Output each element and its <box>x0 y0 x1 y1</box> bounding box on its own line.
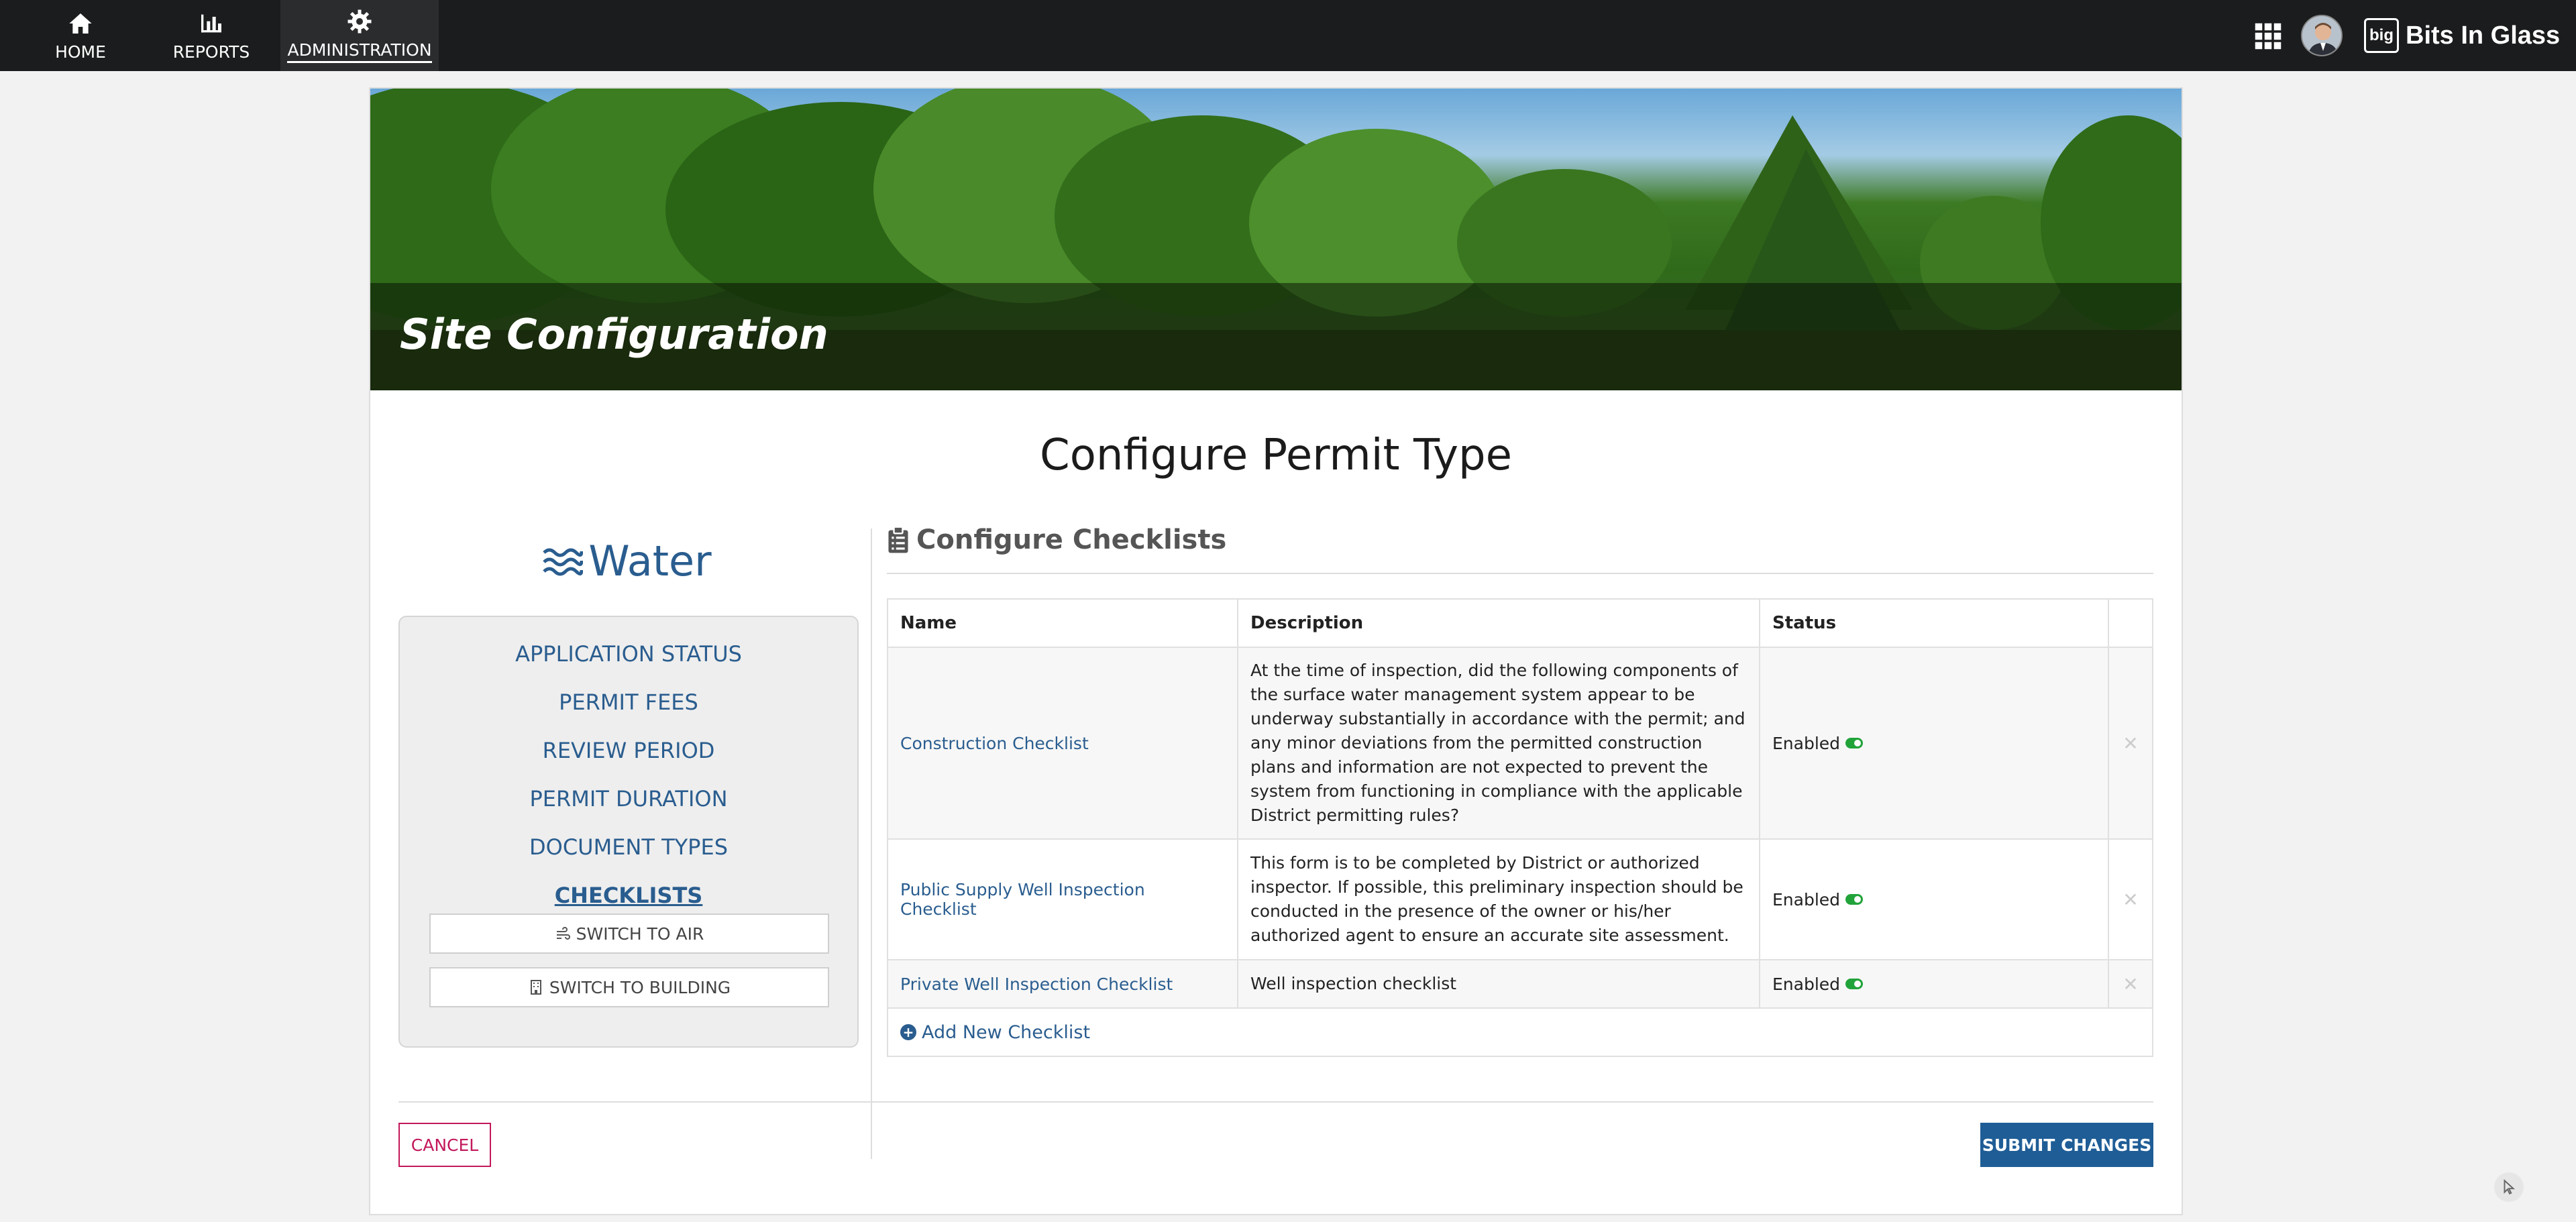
delete-icon[interactable]: ✕ <box>2123 732 2138 755</box>
description-cell: Well inspection checklist <box>1238 960 1760 1007</box>
name-cell: Private Well Inspection Checklist <box>888 960 1238 1007</box>
avatar-person-icon <box>2302 16 2341 55</box>
menu-application-status[interactable]: APPLICATION STATUS <box>400 641 857 667</box>
nav-reports-label: REPORTS <box>172 42 250 62</box>
bar-chart-icon <box>201 14 221 32</box>
table-row: Private Well Inspection Checklist Well i… <box>888 960 2152 1009</box>
building-icon <box>530 980 541 995</box>
gear-icon <box>347 9 372 34</box>
user-avatar[interactable] <box>2301 15 2343 56</box>
banner: Site Configuration <box>370 89 2182 390</box>
name-cell: Public Supply Well Inspection Checklist <box>888 840 1238 959</box>
status-text: Enabled <box>1772 733 1841 753</box>
status-text: Enabled <box>1772 889 1841 909</box>
submit-changes-button[interactable]: SUBMIT CHANGES <box>1980 1123 2153 1167</box>
actions-cell: ✕ <box>2109 960 2152 1007</box>
name-cell: Construction Checklist <box>888 648 1238 838</box>
brand-logo: big <box>2364 18 2399 53</box>
nav-home-label: HOME <box>55 42 106 62</box>
status-text: Enabled <box>1772 974 1841 994</box>
add-new-checklist-link[interactable]: + Add New Checklist <box>900 1009 1090 1056</box>
brand[interactable]: big Bits In Glass <box>2364 17 2560 54</box>
table-row: Public Supply Well Inspection Checklist … <box>888 840 2152 960</box>
status-cell: Enabled <box>1760 960 2109 1007</box>
wind-icon <box>556 927 570 940</box>
description-cell: This form is to be completed by District… <box>1238 840 1760 959</box>
config-menu: APPLICATION STATUS PERMIT FEES REVIEW PE… <box>398 616 859 1048</box>
permit-type-title: Water <box>397 537 857 586</box>
checklist-name-link[interactable]: Construction Checklist <box>900 734 1089 753</box>
cancel-button[interactable]: CANCEL <box>398 1123 491 1167</box>
plus-circle-icon: + <box>900 1024 916 1040</box>
enabled-toggle[interactable] <box>1845 894 1864 905</box>
pointer-helper-icon[interactable] <box>2494 1172 2524 1202</box>
add-new-checklist-label: Add New Checklist <box>922 1021 1091 1043</box>
checklists-table: Name Description Status Construction Che… <box>887 598 2153 1057</box>
actions-cell: ✕ <box>2109 648 2152 838</box>
delete-icon[interactable]: ✕ <box>2123 973 2138 995</box>
nav-administration[interactable]: ADMINISTRATION <box>280 0 439 71</box>
delete-icon[interactable]: ✕ <box>2123 889 2138 911</box>
top-navigation-bar: HOME REPORTS ADMINISTRATION big Bits In … <box>0 0 2576 71</box>
page-title: Configure Permit Type <box>1040 431 1512 480</box>
apps-grid-icon[interactable] <box>2254 22 2282 50</box>
description-cell: At the time of inspection, did the follo… <box>1238 648 1760 838</box>
water-waves-icon <box>543 548 584 575</box>
table-row: Construction Checklist At the time of in… <box>888 648 2152 840</box>
checklist-name-link[interactable]: Public Supply Well Inspection Checklist <box>900 880 1225 919</box>
nav-home[interactable]: HOME <box>34 0 127 71</box>
column-header-description: Description <box>1238 600 1760 647</box>
banner-title: Site Configuration <box>400 310 828 359</box>
column-header-actions <box>2109 600 2152 647</box>
add-row: + Add New Checklist <box>888 1009 2152 1056</box>
main-card: Site Configuration Configure Permit Type… <box>369 87 2183 1215</box>
section-title: Configure Checklists <box>887 524 1226 555</box>
switch-to-building-label: SWITCH TO BUILDING <box>549 977 731 997</box>
menu-checklists[interactable]: CHECKLISTS <box>400 883 857 908</box>
enabled-toggle[interactable] <box>1845 979 1864 989</box>
menu-document-types[interactable]: DOCUMENT TYPES <box>400 834 857 860</box>
cursor-icon <box>2504 1179 2516 1195</box>
menu-permit-duration[interactable]: PERMIT DURATION <box>400 786 857 812</box>
section-divider <box>887 573 2153 574</box>
switch-to-air-button[interactable]: SWITCH TO AIR <box>429 913 829 954</box>
status-cell: Enabled <box>1760 648 2109 838</box>
home-icon <box>69 13 92 34</box>
switch-to-building-button[interactable]: SWITCH TO BUILDING <box>429 967 829 1007</box>
table-header-row: Name Description Status <box>888 600 2152 648</box>
checklist-name-link[interactable]: Private Well Inspection Checklist <box>900 975 1173 994</box>
column-header-name: Name <box>888 600 1238 647</box>
nav-reports[interactable]: REPORTS <box>161 0 262 71</box>
nav-administration-label: ADMINISTRATION <box>287 40 432 63</box>
section-title-text: Configure Checklists <box>916 524 1227 555</box>
panel-divider <box>871 529 872 1159</box>
switch-to-air-label: SWITCH TO AIR <box>576 924 704 944</box>
status-cell: Enabled <box>1760 840 2109 959</box>
permit-type-name: Water <box>588 537 712 586</box>
clipboard-icon <box>888 526 908 553</box>
menu-permit-fees[interactable]: PERMIT FEES <box>400 689 857 715</box>
enabled-toggle[interactable] <box>1845 738 1864 748</box>
actions-cell: ✕ <box>2109 840 2152 959</box>
column-header-status: Status <box>1760 600 2109 647</box>
footer-divider <box>398 1101 2153 1103</box>
menu-review-period[interactable]: REVIEW PERIOD <box>400 738 857 763</box>
brand-name: Bits In Glass <box>2406 21 2561 50</box>
